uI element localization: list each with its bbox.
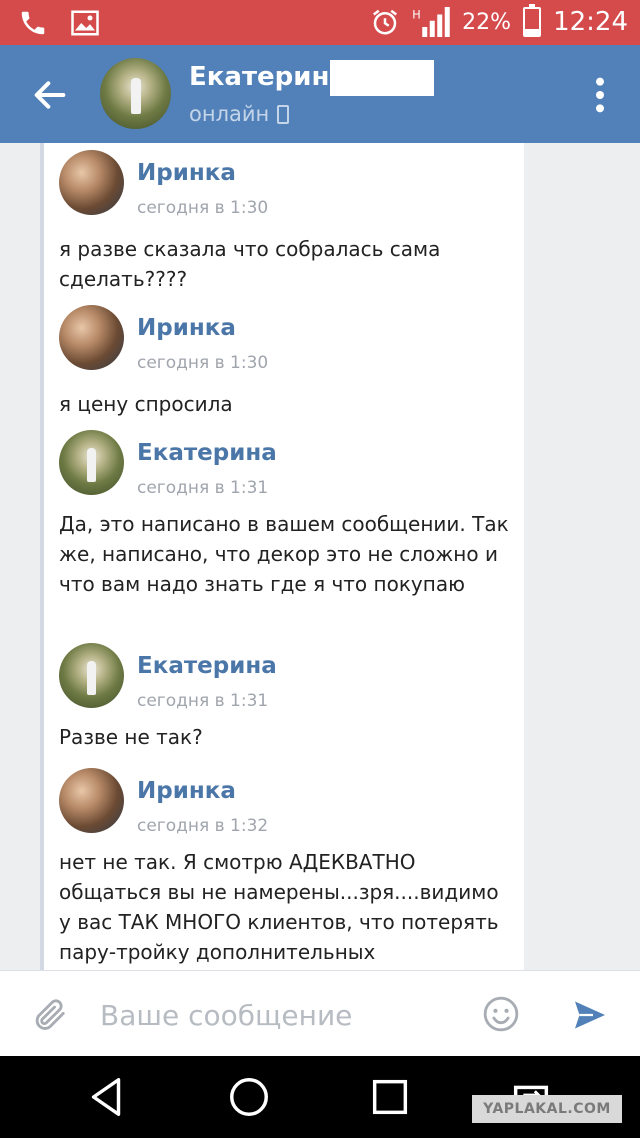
online-status-label: онлайн	[189, 102, 270, 126]
redaction-box	[330, 60, 434, 96]
send-icon[interactable]	[570, 997, 610, 1033]
sender-avatar[interactable]	[59, 150, 124, 215]
sender-avatar[interactable]	[59, 643, 124, 708]
conversation-header: Екатерина онлайн	[0, 45, 640, 143]
message-time: сегодня в 1:30	[137, 353, 269, 373]
network-type-label: H	[412, 8, 420, 21]
forwarded-messages-card: Иринка сегодня в 1:30 я разве сказала чт…	[40, 143, 524, 970]
sender-avatar[interactable]	[59, 430, 124, 495]
message-time: сегодня в 1:31	[137, 691, 269, 711]
status-bar: H 22% 12:24	[0, 0, 640, 45]
sender-name[interactable]: Екатерина	[137, 653, 277, 679]
message-input[interactable]	[100, 993, 460, 1037]
sender-name[interactable]: Иринка	[137, 315, 236, 341]
message-text: я цену спросила	[59, 392, 233, 416]
message-text: Да, это написано в вашем сообщении. Так …	[59, 512, 509, 596]
nav-recents-icon[interactable]	[365, 1074, 415, 1120]
status-bar-system: H 22% 12:24	[370, 4, 628, 37]
message-time: сегодня в 1:31	[137, 478, 269, 498]
arrow-left-icon[interactable]	[30, 75, 70, 115]
mobile-phone-icon	[277, 104, 290, 124]
battery-icon	[523, 4, 542, 37]
watermark: YAPLAKAL.COM	[472, 1095, 622, 1123]
message-text: я разве сказала что собралась сама сдела…	[59, 237, 441, 291]
message-composer	[0, 970, 640, 1056]
sender-name[interactable]: Екатерина	[137, 440, 277, 466]
sender-avatar[interactable]	[59, 305, 124, 370]
contact-status: онлайн	[189, 102, 290, 126]
nav-back-icon[interactable]	[82, 1074, 132, 1120]
paperclip-icon[interactable]	[30, 995, 68, 1035]
status-bar-notifications	[18, 8, 100, 38]
message-time: сегодня в 1:32	[137, 816, 269, 836]
battery-percent: 22%	[462, 9, 512, 35]
clock: 12:24	[553, 7, 628, 37]
contact-name[interactable]: Екатерина	[189, 62, 347, 92]
message-list[interactable]: Иринка сегодня в 1:30 я разве сказала чт…	[0, 143, 640, 970]
message-text: нет не так. Я смотрю АДЕКВАТНО общаться …	[59, 850, 499, 964]
sender-avatar[interactable]	[59, 768, 124, 833]
sender-name[interactable]: Иринка	[137, 160, 236, 186]
alarm-clock-icon	[373, 9, 398, 35]
message-time: сегодня в 1:30	[137, 198, 269, 218]
emoji-icon[interactable]	[482, 995, 520, 1033]
image-icon	[71, 10, 99, 36]
nav-home-icon[interactable]	[224, 1074, 274, 1120]
message-text: Разве не так?	[59, 725, 203, 749]
more-vertical-icon[interactable]	[590, 75, 610, 115]
sender-name[interactable]: Иринка	[137, 778, 236, 804]
phone-missed-call-icon	[21, 11, 45, 35]
contact-avatar[interactable]	[100, 58, 171, 129]
signal-strength-icon: H	[412, 7, 450, 37]
